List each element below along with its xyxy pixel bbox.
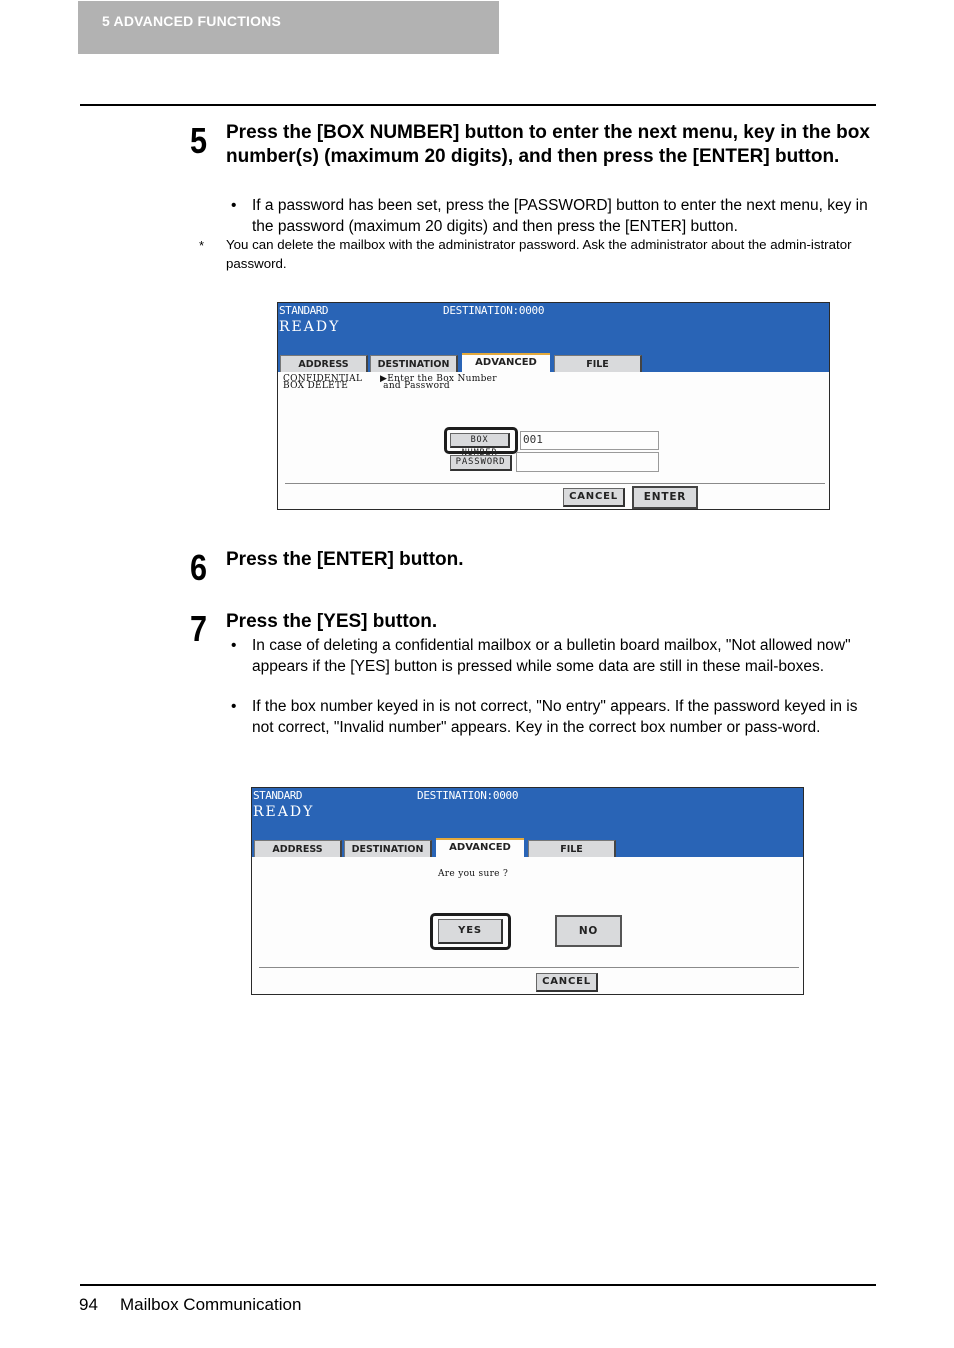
bottom-rule: [80, 1284, 876, 1286]
chapter-label: 5 ADVANCED FUNCTIONS: [102, 13, 282, 29]
screen-header: STANDARD DESTINATION:0000 READY ADDRESS …: [278, 303, 829, 372]
menu-title-line-2: BOX DELETE: [283, 381, 349, 391]
tab-destination[interactable]: DESTINATION: [370, 355, 458, 372]
chapter-header: 5 ADVANCED FUNCTIONS: [78, 1, 499, 54]
device-screen-box-number: STANDARD DESTINATION:0000 READY ADDRESS …: [277, 302, 830, 510]
step-6-title: Press the [ENTER] button.: [226, 549, 464, 570]
tab-advanced[interactable]: ADVANCED: [436, 838, 524, 857]
tab-file[interactable]: FILE: [528, 840, 616, 857]
yes-button[interactable]: YES: [438, 919, 503, 944]
section-title: Mailbox Communication: [120, 1295, 302, 1314]
mode-label: STANDARD: [279, 304, 328, 317]
tab-destination[interactable]: DESTINATION: [344, 840, 432, 857]
screen-divider: [285, 483, 825, 484]
note-marker: *: [199, 238, 205, 253]
step-5-number: 5: [190, 120, 208, 161]
step-5-title: Press the [BOX NUMBER] button to enter t…: [226, 122, 870, 167]
tab-advanced[interactable]: ADVANCED: [462, 353, 550, 372]
step-7-bullet-2: If the box number keyed in is not correc…: [252, 698, 858, 736]
tab-file[interactable]: FILE: [554, 355, 642, 372]
mode-label: STANDARD: [253, 789, 302, 802]
step-7-bullet-1: In case of deleting a confidential mailb…: [252, 637, 851, 675]
page-number: 94: [79, 1295, 98, 1314]
bullet-dot: •: [231, 698, 237, 715]
destination-counter: DESTINATION:0000: [417, 789, 519, 802]
screen-header: STANDARD DESTINATION:0000 READY ADDRESS …: [252, 788, 803, 857]
tab-address[interactable]: ADDRESS: [254, 840, 342, 857]
step-7-title: Press the [YES] button.: [226, 611, 438, 632]
device-screen-confirm: STANDARD DESTINATION:0000 READY ADDRESS …: [251, 787, 804, 995]
bullet-dot: •: [231, 197, 237, 214]
prompt-line-2: and Password: [380, 381, 450, 391]
status-label: READY: [279, 319, 341, 335]
tab-address[interactable]: ADDRESS: [280, 355, 368, 372]
step-5-bullet-1: If a password has been set, press the [P…: [252, 197, 868, 235]
destination-counter: DESTINATION:0000: [443, 304, 545, 317]
no-button[interactable]: NO: [555, 915, 622, 947]
box-number-field[interactable]: 001: [520, 431, 659, 450]
confirm-question: Are you sure ?: [438, 869, 509, 879]
top-rule: [80, 104, 876, 106]
box-number-button[interactable]: BOX NUMBER: [450, 433, 510, 458]
enter-button[interactable]: ENTER: [632, 486, 698, 509]
cancel-button[interactable]: CANCEL: [536, 973, 598, 992]
password-button[interactable]: PASSWORD: [450, 455, 512, 471]
step-7-number: 7: [190, 608, 208, 649]
bullet-dot: •: [231, 637, 237, 654]
password-field[interactable]: [516, 452, 659, 472]
step-6-number: 6: [190, 547, 208, 588]
status-label: READY: [253, 804, 315, 820]
cancel-button[interactable]: CANCEL: [563, 488, 625, 507]
screen-divider: [259, 967, 799, 968]
step-5-note: You can delete the mailbox with the admi…: [226, 237, 852, 271]
